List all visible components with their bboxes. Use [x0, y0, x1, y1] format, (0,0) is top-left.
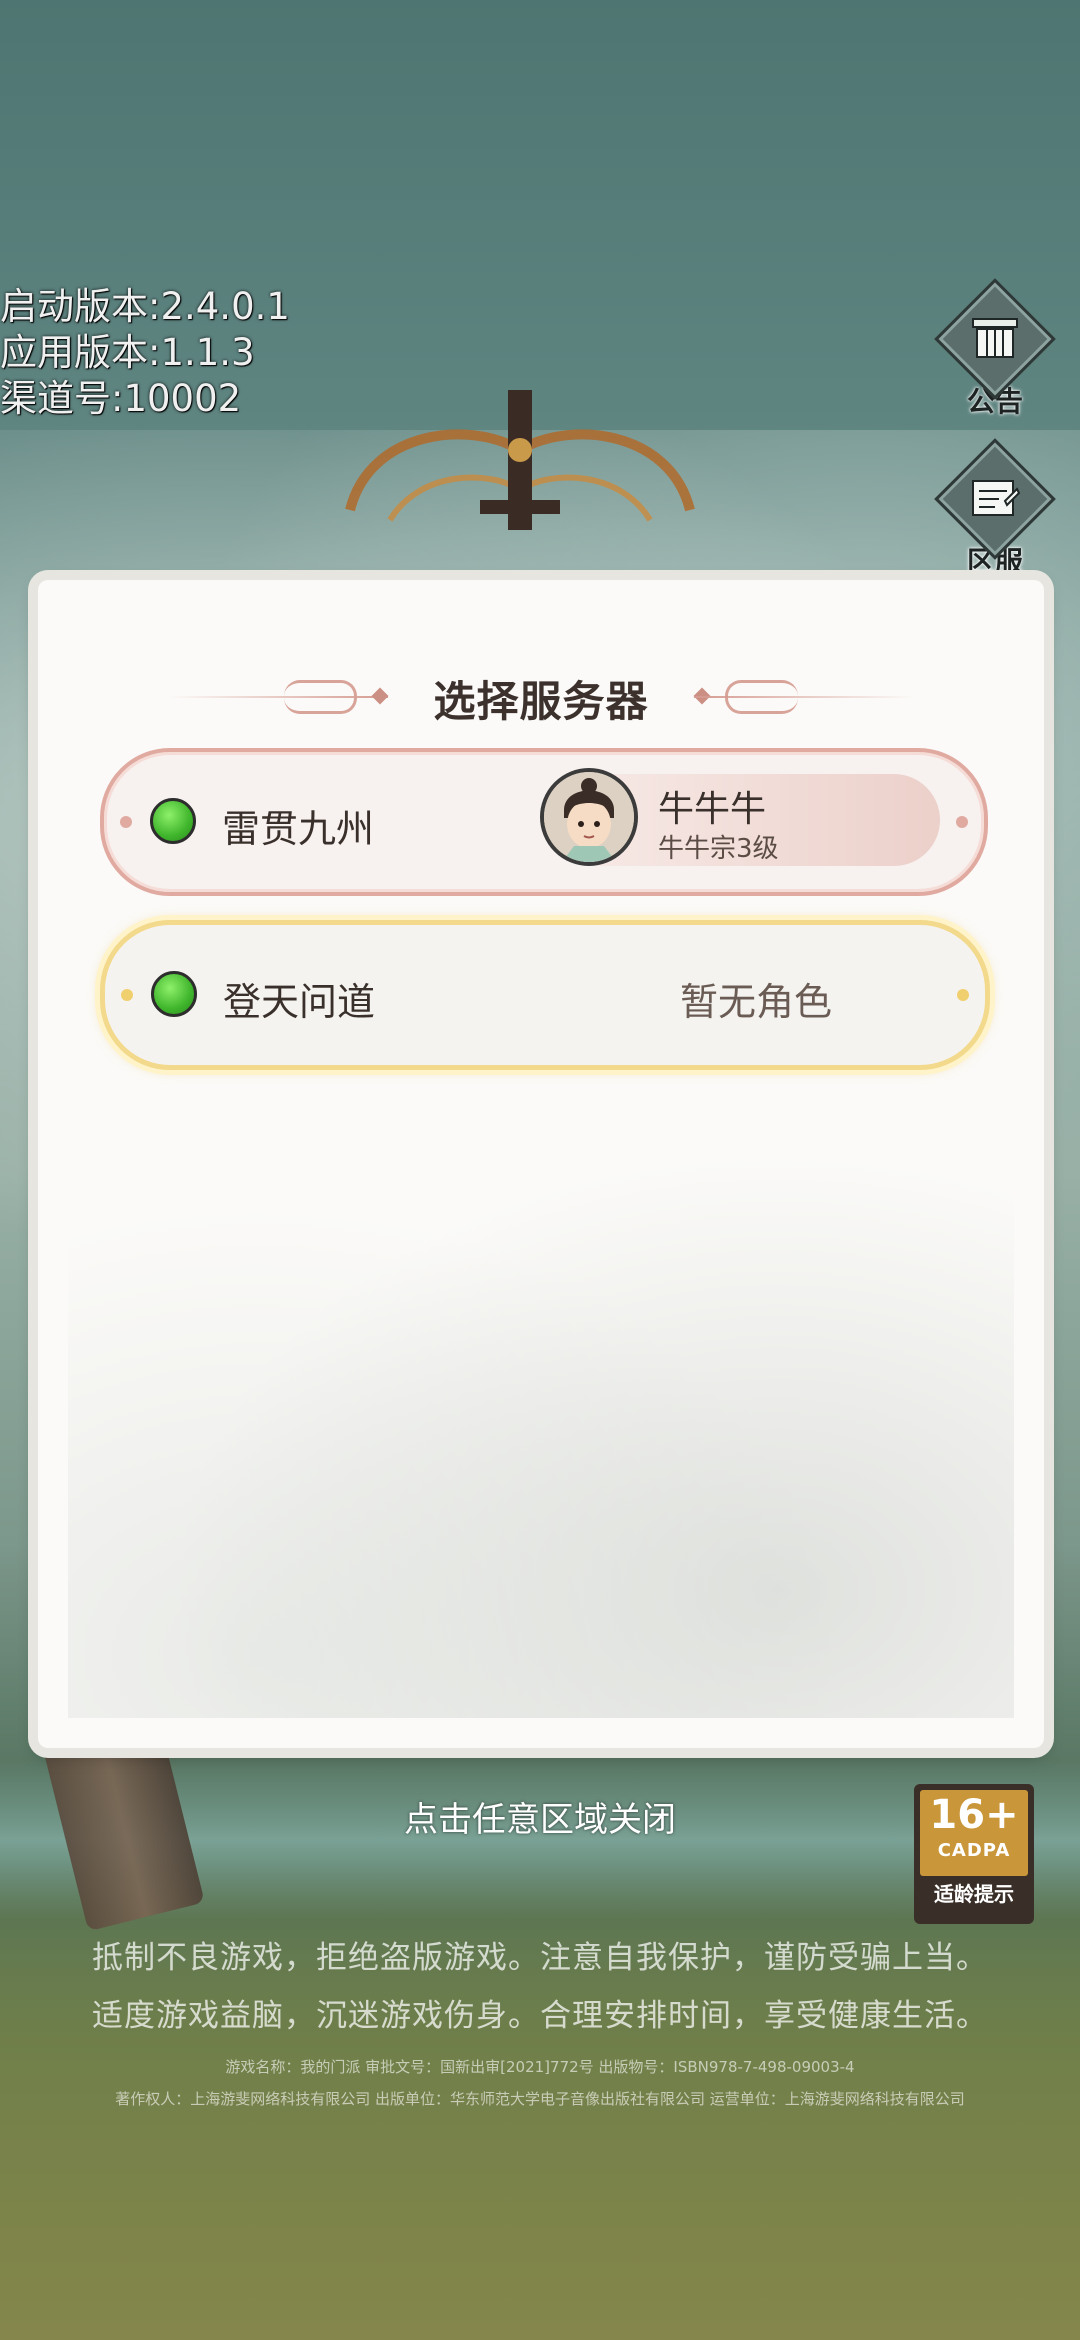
role-sect: 牛牛宗3级: [658, 834, 779, 864]
game-logo: [345, 390, 695, 530]
app-version: 应用版本:1.1.3: [0, 331, 255, 374]
age-rating-number: 16+: [929, 1792, 1019, 1838]
publication-info-line-2: 著作权人：上海游斐网络科技有限公司 出版单位：华东师范大学电子音像出版社有限公司…: [115, 2090, 965, 2108]
server-name: 登天问道: [223, 980, 376, 1024]
announcement-button[interactable]: 公告: [934, 278, 1056, 418]
server-name: 雷贯九州: [222, 807, 375, 851]
server-list-icon: [972, 480, 1021, 516]
health-notice-line-2: 适度游戏益脑，沉迷游戏伤身。合理安排时间，享受健康生活。: [92, 1998, 988, 2034]
age-rating-tip: 适龄提示: [934, 1882, 1014, 1906]
ornament-dot: [957, 989, 969, 1001]
server-item-1[interactable]: 雷贯九州 牛牛牛 牛牛宗3级: [100, 748, 988, 896]
cloud-ornament-left-icon: [284, 680, 357, 714]
age-rating-badge: 16+ CADPA 适龄提示: [914, 1784, 1034, 1924]
gate-icon: [972, 318, 1018, 358]
server-select-dialog: 选择服务器 雷贯九州 牛牛牛 牛牛宗3级 登天问道 暂无角色: [38, 580, 1044, 1748]
ink-wash-decoration: [68, 1078, 1014, 1718]
health-notice-line-1: 抵制不良游戏，拒绝盗版游戏。注意自我保护，谨防受骗上当。: [92, 1940, 988, 1976]
role-info: 牛牛牛 牛牛宗3级: [540, 768, 940, 866]
online-status-icon: [151, 971, 197, 1017]
server-zone-button[interactable]: 区服: [934, 438, 1056, 578]
ornament-dot: [121, 989, 133, 1001]
character-portrait-icon: [544, 772, 634, 862]
title-divider-right: [694, 696, 914, 698]
launch-version: 启动版本:2.4.0.1: [0, 285, 290, 328]
server-item-2[interactable]: 登天问道 暂无角色: [100, 920, 990, 1070]
dialog-title: 选择服务器: [433, 677, 649, 726]
role-name: 牛牛牛: [658, 789, 767, 830]
ornament-dot: [120, 816, 132, 828]
publication-info-line-1: 游戏名称：我的门派 审批文号：国新出审[2021]772号 出版物号：ISBN9…: [225, 2058, 855, 2076]
title-dot-left: [371, 687, 389, 705]
age-rating-org: CADPA: [937, 1840, 1011, 1861]
online-status-icon: [150, 798, 196, 844]
dialog-header: 选择服务器: [38, 668, 1044, 728]
ornament-dot: [956, 816, 968, 828]
avatar: [540, 768, 638, 866]
no-role-text: 暂无角色: [680, 980, 833, 1024]
